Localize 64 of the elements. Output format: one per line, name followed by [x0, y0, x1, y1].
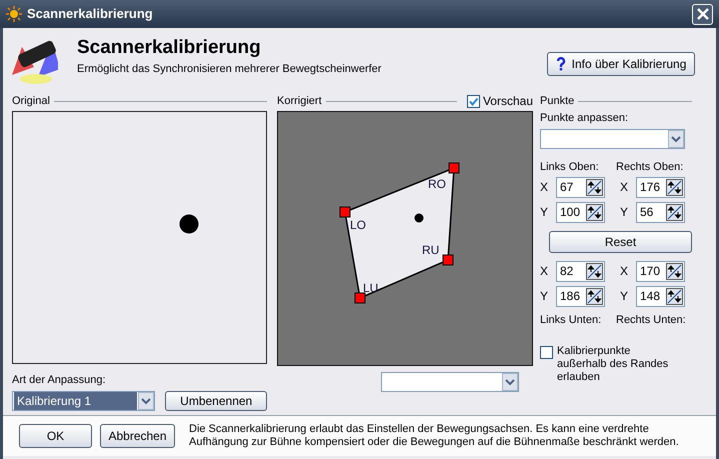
help-icon [556, 57, 566, 71]
checkbox-label: Kalibrierpunkte außerhalb des Randes erlauben [557, 344, 670, 384]
number-field[interactable]: 82 [556, 260, 605, 282]
sun-icon [6, 6, 22, 22]
corner-label: RU [422, 243, 440, 257]
rename-button[interactable]: Umbenennen [165, 391, 267, 411]
number-field[interactable]: 56 [636, 202, 685, 222]
spinner-icon[interactable] [666, 204, 683, 220]
field-label: Punkte anpassen: [540, 111, 630, 126]
corner-handle[interactable] [340, 206, 350, 218]
corner-title: Rechts Oben: [616, 160, 684, 174]
axis-label: Y [620, 204, 630, 221]
corner-title: Links Unten: [540, 312, 602, 328]
axis-label: Y [620, 288, 630, 305]
dialog-button[interactable]: OK [19, 424, 92, 448]
center-dot [179, 214, 199, 234]
number-field[interactable]: 100 [556, 202, 605, 222]
spinner-icon[interactable] [666, 178, 683, 196]
axis-label: X [620, 179, 630, 196]
number-field[interactable]: 186 [556, 286, 605, 306]
checkmark-icon [468, 96, 478, 106]
spinner-icon[interactable] [586, 262, 603, 280]
dialog-title: Scannerkalibrierung [77, 37, 262, 59]
field-label: Art der Anpassung: [12, 372, 107, 388]
dialog-button[interactable]: Abbrechen [100, 424, 175, 448]
corner-title: Rechts Unten: [616, 312, 687, 328]
number-field[interactable]: 176 [636, 176, 685, 198]
group-label: Punkte [540, 94, 574, 109]
number-field[interactable]: 148 [636, 286, 685, 306]
group-label: Original [12, 94, 50, 109]
corner-handle[interactable] [354, 292, 366, 304]
corner-handle[interactable] [442, 254, 454, 266]
spinner-icon[interactable] [586, 288, 603, 304]
center-dot [414, 214, 424, 222]
spinner-icon[interactable] [666, 262, 683, 280]
corner-label: LO [350, 218, 366, 232]
close-icon [696, 8, 708, 20]
spinner-icon[interactable] [666, 288, 683, 304]
window-title: Scannerkalibrierung [27, 5, 153, 24]
description-text: Die Scannerkalibrierung erlaubt das Einstellen der Bewegungsachsen. Es kann eine verdrehte Aufhängung zur Bühne kompensiert oder die Bewegungen auf die Bühnenmaße beschränkt werden. [189, 423, 680, 449]
axis-label: X [540, 263, 550, 280]
axis-label: X [620, 263, 630, 280]
points-dropdown[interactable] [540, 128, 685, 148]
axis-label: Y [540, 204, 550, 221]
spinner-icon[interactable] [586, 204, 603, 220]
number-field[interactable]: 67 [556, 176, 605, 198]
close-button[interactable] [692, 4, 713, 24]
axis-label: Y [540, 288, 550, 305]
preview-checkbox[interactable] [466, 94, 480, 108]
number-field[interactable]: 170 [636, 260, 685, 282]
corner-title: Links Oben: [540, 160, 600, 174]
group-label: Korrigiert [277, 94, 322, 109]
reset-button[interactable]: Reset [549, 230, 692, 252]
corner-label: RO [428, 177, 446, 191]
corner-label: LU [363, 281, 378, 295]
info-button[interactable]: Info über Kalibrierung [547, 52, 695, 76]
dialog-subtitle: Ermöglicht das Synchronisieren mehrerer Bewegtscheinwerfer [77, 62, 382, 77]
corner-handle[interactable] [448, 162, 460, 174]
checkbox-label: Vorschau [482, 93, 533, 110]
empty-dropdown[interactable] [381, 372, 519, 392]
axis-label: X [540, 179, 550, 196]
calibration-dropdown[interactable]: Kalibrierung 1 [12, 391, 156, 411]
outside-checkbox[interactable] [540, 346, 553, 358]
spinner-icon[interactable] [586, 178, 603, 196]
